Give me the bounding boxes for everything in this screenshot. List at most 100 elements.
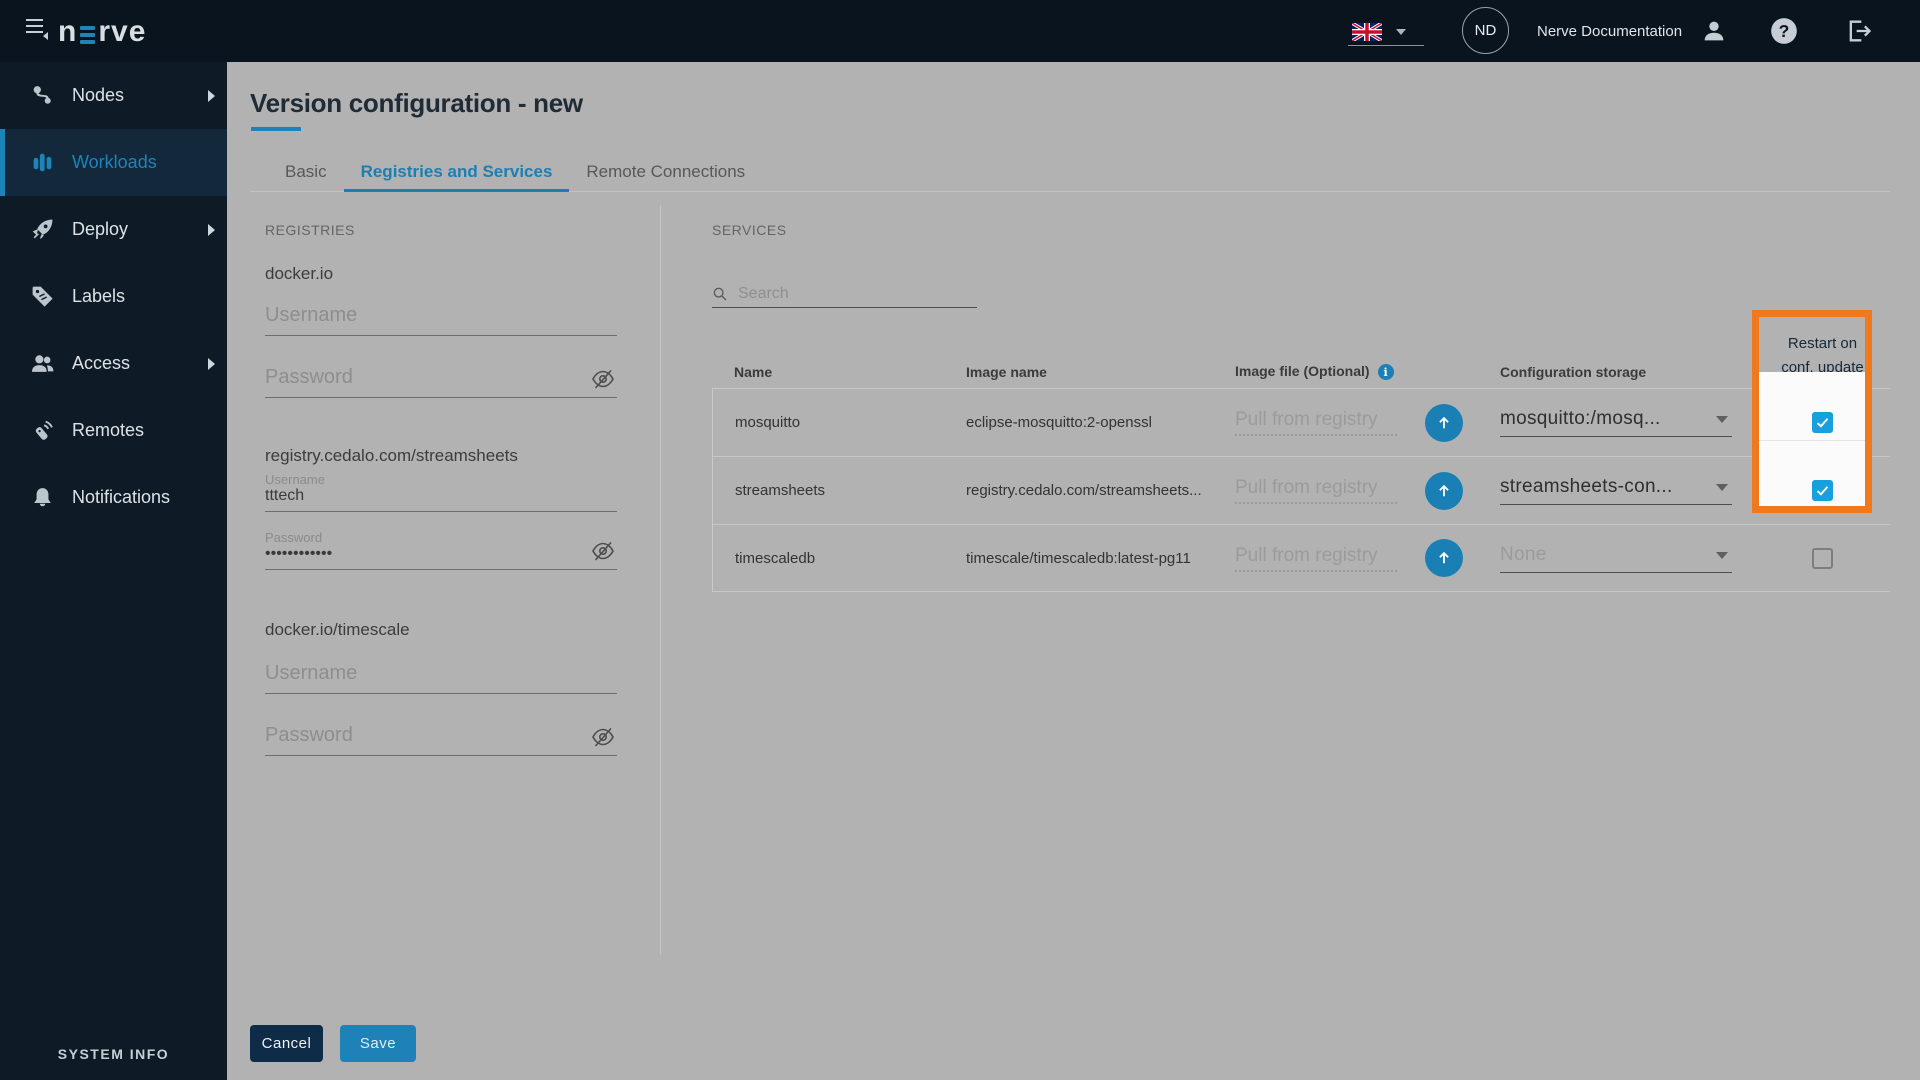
page-title: Version configuration - new [250, 88, 583, 119]
visibility-off-icon[interactable] [591, 367, 615, 391]
check-icon [1815, 483, 1830, 498]
registry-password-input[interactable]: •••••••••••• [265, 545, 617, 570]
restart-checkbox[interactable] [1812, 412, 1833, 433]
search-icon [712, 286, 728, 302]
access-icon [30, 351, 55, 376]
username-placeholder: Username [265, 662, 357, 684]
language-select[interactable] [1348, 18, 1424, 46]
sidebar-item-remotes[interactable]: Remotes [0, 397, 227, 464]
sidebar-item-deploy[interactable]: Deploy [0, 196, 227, 263]
chevron-down-icon [1396, 29, 1406, 35]
username-label: Username [265, 472, 617, 487]
logo-text-n: n [58, 15, 77, 49]
search-input[interactable]: Search [712, 280, 977, 308]
restart-checkbox[interactable] [1812, 548, 1833, 569]
image-file-input[interactable]: Pull from registry [1235, 409, 1397, 436]
labels-icon [30, 284, 55, 309]
image-file-input[interactable]: Pull from registry [1235, 545, 1397, 572]
password-value: •••••••••••• [265, 545, 332, 562]
upload-image-button[interactable] [1425, 539, 1463, 577]
nerve-documentation-link[interactable]: Nerve Documentation [1537, 23, 1682, 40]
logo-e-bars-icon [80, 26, 95, 44]
sidebar-item-label: Labels [72, 286, 125, 307]
registry-password-input[interactable]: Password [265, 724, 617, 756]
search-placeholder: Search [738, 285, 789, 303]
column-header-image-name: Image name [966, 364, 1235, 380]
info-icon[interactable]: i [1378, 364, 1394, 380]
upload-image-button[interactable] [1425, 472, 1463, 510]
password-placeholder: Password [265, 724, 353, 746]
table-row: streamsheets registry.cedalo.com/streams… [713, 456, 1890, 524]
services-section: SERVICES Search Name Image name Image fi… [712, 222, 1890, 238]
image-file-input[interactable]: Pull from registry [1235, 477, 1397, 504]
upload-image-button[interactable] [1425, 404, 1463, 442]
sidebar-item-label: Deploy [72, 219, 128, 240]
notifications-icon [30, 485, 55, 510]
registry-password-input[interactable]: Password [265, 366, 617, 398]
arrow-up-icon [1435, 414, 1453, 432]
nerve-logo: n rve [58, 15, 146, 49]
tab-remote-connections[interactable]: Remote Connections [569, 156, 762, 191]
registry-username-input[interactable]: Username [265, 304, 617, 336]
logout-icon[interactable] [1845, 17, 1873, 45]
cancel-button[interactable]: Cancel [250, 1025, 323, 1062]
tab-bar: Basic Registries and Services Remote Con… [250, 156, 1890, 192]
chevron-right-icon [208, 358, 215, 370]
user-icon[interactable] [1700, 17, 1728, 45]
table-row: mosquitto eclipse-mosquitto:2-openssl Pu… [713, 388, 1890, 456]
registry-name: docker.io/timescale [265, 620, 617, 640]
service-name: timescaledb [713, 550, 966, 567]
registry-name: registry.cedalo.com/streamsheets [265, 446, 617, 466]
topbar: n rve ND Nerve Documentation ? [0, 0, 1920, 62]
config-storage-select[interactable]: None [1500, 544, 1732, 573]
chevron-down-icon [1716, 416, 1728, 423]
services-table: Name Image name Image file (Optional)i C… [712, 332, 1890, 592]
service-image-name: registry.cedalo.com/streamsheets... [966, 482, 1235, 499]
visibility-off-icon[interactable] [591, 725, 615, 749]
check-icon [1815, 415, 1830, 430]
password-label: Password [265, 530, 617, 545]
sidebar-item-notifications[interactable]: Notifications [0, 464, 227, 531]
username-value: tttech [265, 487, 304, 504]
avatar-initials: ND [1475, 22, 1497, 39]
help-icon[interactable]: ? [1770, 17, 1798, 45]
sidebar-item-label: Notifications [72, 487, 170, 508]
sidebar-item-workloads[interactable]: Workloads [0, 129, 227, 196]
service-name: streamsheets [713, 482, 966, 499]
deploy-icon [30, 217, 55, 242]
column-header-image-file: Image file (Optional)i [1235, 363, 1500, 380]
tab-registries-and-services[interactable]: Registries and Services [344, 156, 570, 191]
service-name: mosquitto [713, 414, 966, 431]
workloads-icon [30, 150, 55, 175]
username-placeholder: Username [265, 304, 357, 326]
sidebar: Nodes Workloads Deploy Labels [0, 62, 227, 1080]
service-image-name: eclipse-mosquitto:2-openssl [966, 414, 1235, 431]
sidebar-item-label: Access [72, 353, 130, 374]
menu-toggle-icon[interactable] [26, 19, 48, 43]
chevron-right-icon [208, 90, 215, 102]
config-storage-select[interactable]: mosquitto:/mosq... [1500, 408, 1732, 437]
remotes-icon [30, 418, 55, 443]
column-divider [660, 205, 661, 955]
tab-basic[interactable]: Basic [268, 156, 344, 191]
restart-checkbox[interactable] [1812, 480, 1833, 501]
column-header-name: Name [712, 364, 966, 380]
chevron-right-icon [208, 224, 215, 236]
registry-username-input[interactable]: tttech [265, 487, 617, 512]
uk-flag-icon [1352, 23, 1382, 41]
system-info-link[interactable]: SYSTEM INFO [0, 1046, 227, 1062]
registry-username-input[interactable]: Username [265, 662, 617, 694]
sidebar-item-nodes[interactable]: Nodes [0, 62, 227, 129]
logo-text-rve: rve [98, 15, 146, 49]
config-storage-select[interactable]: streamsheets-con... [1500, 476, 1732, 505]
save-button[interactable]: Save [340, 1025, 416, 1062]
svg-text:?: ? [1779, 21, 1790, 41]
service-image-name: timescale/timescaledb:latest-pg11 [966, 550, 1235, 567]
avatar[interactable]: ND [1462, 7, 1509, 54]
registry-name: docker.io [265, 264, 617, 284]
sidebar-item-access[interactable]: Access [0, 330, 227, 397]
registries-section: REGISTRIES docker.io Username Password r… [265, 222, 617, 756]
sidebar-item-labels[interactable]: Labels [0, 263, 227, 330]
visibility-off-icon[interactable] [591, 539, 615, 563]
table-header: Name Image name Image file (Optional)i C… [712, 332, 1890, 388]
